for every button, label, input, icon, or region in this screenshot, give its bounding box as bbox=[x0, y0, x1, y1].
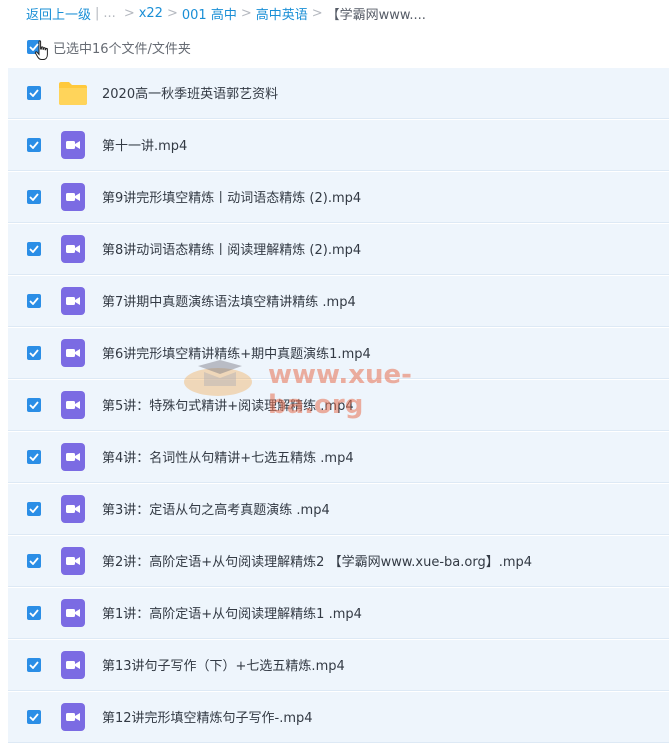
breadcrumb-separator: > bbox=[166, 5, 178, 21]
file-row[interactable]: 第7讲期中真题演练语法填空精讲精练 .mp4 bbox=[8, 276, 669, 327]
file-row[interactable]: 第1讲：高阶定语+从句阅读理解精练1 .mp4 bbox=[8, 588, 669, 639]
breadcrumb-divider: | bbox=[95, 5, 100, 21]
file-row[interactable]: 第6讲完形填空精讲精练+期中真题演练1.mp4 bbox=[8, 328, 669, 379]
file-list: 2020高一秋季班英语郭艺资料 第十一讲.mp4 第9讲完形填空精炼丨动词语态精炼 … bbox=[8, 68, 669, 744]
video-icon bbox=[61, 442, 85, 471]
video-icon bbox=[58, 546, 88, 576]
breadcrumb-current: 【学霸网www.... bbox=[326, 7, 426, 23]
check-icon bbox=[29, 609, 39, 617]
check-icon bbox=[29, 401, 39, 409]
video-icon bbox=[61, 494, 85, 523]
check-icon bbox=[29, 557, 39, 565]
video-icon bbox=[61, 234, 85, 263]
file-name[interactable]: 第7讲期中真题演练语法填空精讲精练 .mp4 bbox=[102, 291, 356, 310]
breadcrumb-separator: > bbox=[311, 5, 323, 21]
file-checkbox[interactable] bbox=[27, 709, 41, 724]
file-name[interactable]: 第8讲动词语态精练丨阅读理解精炼 (2).mp4 bbox=[102, 239, 361, 258]
file-row[interactable]: 第8讲动词语态精练丨阅读理解精炼 (2).mp4 bbox=[8, 224, 669, 275]
file-checkbox[interactable] bbox=[27, 449, 41, 464]
check-icon bbox=[29, 505, 39, 513]
check-icon bbox=[29, 193, 39, 201]
back-link[interactable]: 返回上一级 bbox=[26, 4, 91, 23]
file-row[interactable]: 第4讲：名词性从句精讲+七选五精炼 .mp4 bbox=[8, 432, 669, 483]
file-name[interactable]: 第6讲完形填空精讲精练+期中真题演练1.mp4 bbox=[102, 343, 371, 362]
file-name[interactable]: 第2讲：高阶定语+从句阅读理解精炼2 【学霸网www.xue-ba.org】.m… bbox=[102, 551, 532, 570]
check-icon bbox=[29, 297, 39, 305]
file-name[interactable]: 第1讲：高阶定语+从句阅读理解精练1 .mp4 bbox=[102, 603, 362, 622]
check-icon bbox=[29, 453, 39, 461]
selection-bar: 已选中16个文件/文件夹 bbox=[8, 26, 669, 68]
file-checkbox[interactable] bbox=[27, 241, 41, 256]
file-row[interactable]: 第3讲：定语从句之高考真题演练 .mp4 bbox=[8, 484, 669, 535]
video-icon bbox=[58, 130, 88, 160]
file-checkbox[interactable] bbox=[27, 85, 41, 100]
video-icon bbox=[58, 442, 88, 472]
check-icon bbox=[29, 349, 39, 357]
file-checkbox[interactable] bbox=[27, 189, 41, 204]
hand-cursor-icon bbox=[34, 40, 48, 60]
file-row[interactable]: 第5讲：特殊句式精讲+阅读理解精练 .mp4 bbox=[8, 380, 669, 431]
video-icon bbox=[58, 702, 88, 732]
file-checkbox[interactable] bbox=[27, 345, 41, 360]
breadcrumb-ellipsis[interactable]: ... bbox=[103, 6, 115, 21]
breadcrumb: 返回上一级 | ... > x22 > 001 高中 > 高中英语 > 【学霸网… bbox=[0, 0, 669, 26]
video-icon bbox=[58, 338, 88, 368]
check-icon bbox=[29, 661, 39, 669]
file-name[interactable]: 第4讲：名词性从句精讲+七选五精炼 .mp4 bbox=[102, 447, 354, 466]
video-icon bbox=[61, 598, 85, 627]
check-icon bbox=[29, 245, 39, 253]
check-icon bbox=[29, 89, 39, 97]
folder-icon bbox=[58, 78, 88, 108]
file-row[interactable]: 第十一讲.mp4 bbox=[8, 120, 669, 171]
file-checkbox[interactable] bbox=[27, 137, 41, 152]
file-name[interactable]: 第13讲句子写作（下）+七选五精炼.mp4 bbox=[102, 655, 345, 674]
breadcrumb-separator: > bbox=[240, 5, 252, 21]
file-row[interactable]: 第13讲句子写作（下）+七选五精炼.mp4 bbox=[8, 640, 669, 691]
video-icon bbox=[58, 182, 88, 212]
check-icon bbox=[29, 141, 39, 149]
video-icon bbox=[61, 286, 85, 315]
folder-icon bbox=[59, 81, 87, 105]
video-icon bbox=[61, 130, 85, 159]
file-row[interactable]: 第2讲：高阶定语+从句阅读理解精炼2 【学霸网www.xue-ba.org】.m… bbox=[8, 536, 669, 587]
video-icon bbox=[58, 234, 88, 264]
breadcrumb-item-english[interactable]: 高中英语 bbox=[256, 4, 308, 23]
video-icon bbox=[61, 546, 85, 575]
video-icon bbox=[61, 702, 85, 731]
file-name[interactable]: 2020高一秋季班英语郭艺资料 bbox=[102, 83, 278, 102]
file-checkbox[interactable] bbox=[27, 501, 41, 516]
file-checkbox[interactable] bbox=[27, 605, 41, 620]
video-icon bbox=[61, 182, 85, 211]
video-icon bbox=[58, 598, 88, 628]
video-icon bbox=[61, 338, 85, 367]
file-checkbox[interactable] bbox=[27, 397, 41, 412]
file-name[interactable]: 第9讲完形填空精炼丨动词语态精炼 (2).mp4 bbox=[102, 187, 361, 206]
breadcrumb-item-001[interactable]: 001 高中 bbox=[182, 4, 237, 23]
video-icon bbox=[58, 650, 88, 680]
video-icon bbox=[61, 650, 85, 679]
video-icon bbox=[58, 494, 88, 524]
file-name[interactable]: 第5讲：特殊句式精讲+阅读理解精练 .mp4 bbox=[102, 395, 354, 414]
file-row[interactable]: 第9讲完形填空精炼丨动词语态精炼 (2).mp4 bbox=[8, 172, 669, 223]
file-name[interactable]: 第十一讲.mp4 bbox=[102, 135, 187, 154]
file-checkbox[interactable] bbox=[27, 657, 41, 672]
video-icon bbox=[61, 390, 85, 419]
check-icon bbox=[29, 713, 39, 721]
breadcrumb-item-x22[interactable]: x22 bbox=[139, 6, 163, 21]
file-row[interactable]: 2020高一秋季班英语郭艺资料 bbox=[8, 68, 669, 119]
file-name[interactable]: 第3讲：定语从句之高考真题演练 .mp4 bbox=[102, 499, 330, 518]
video-icon bbox=[58, 390, 88, 420]
file-checkbox[interactable] bbox=[27, 553, 41, 568]
file-checkbox[interactable] bbox=[27, 293, 41, 308]
video-icon bbox=[58, 286, 88, 316]
selection-count: 已选中16个文件/文件夹 bbox=[53, 41, 191, 57]
file-name[interactable]: 第12讲完形填空精炼句子写作-.mp4 bbox=[102, 707, 313, 726]
file-row[interactable]: 第12讲完形填空精炼句子写作-.mp4 bbox=[8, 692, 669, 743]
breadcrumb-separator: > bbox=[123, 5, 135, 21]
